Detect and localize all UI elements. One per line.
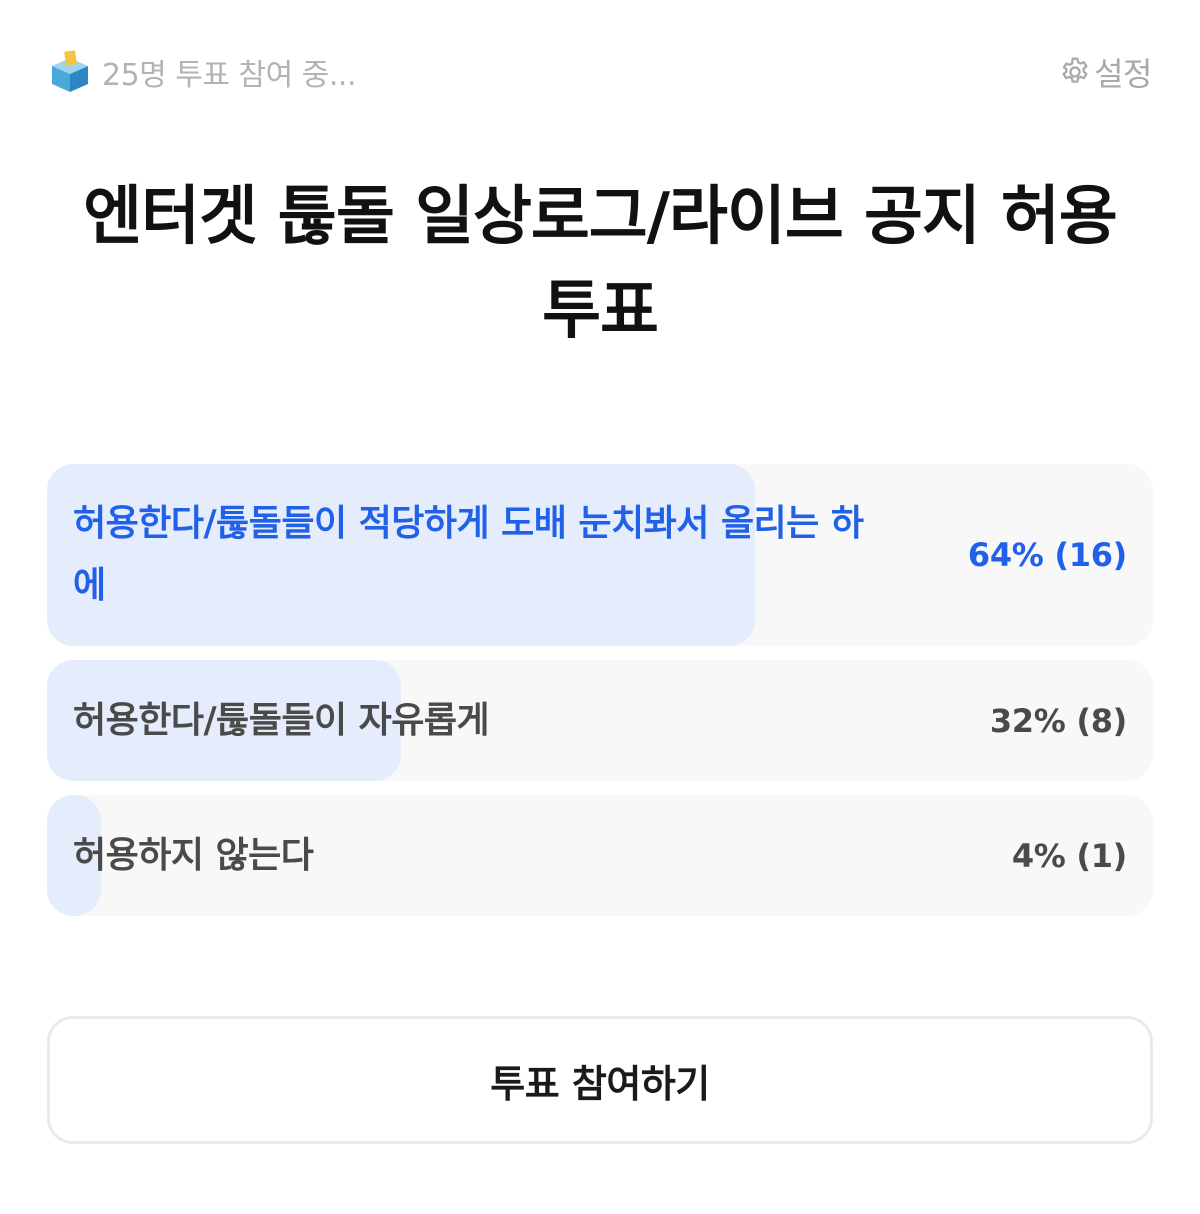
gear-icon [1062, 57, 1088, 83]
option-result: 32% (8) [989, 701, 1127, 740]
poll-option-3[interactable]: 허용하지 않는다 4% (1) [47, 795, 1153, 916]
participant-count: 25명 투표 참여 중... [48, 46, 357, 98]
option-result: 4% (1) [1011, 836, 1127, 875]
option-result: 64% (16) [967, 536, 1127, 574]
settings-button[interactable]: 설정 [1058, 46, 1152, 98]
poll-option-2[interactable]: 허용한다/툲돌들이 자유롭게 32% (8) [47, 660, 1153, 781]
settings-label: 설정 [1094, 55, 1152, 93]
vote-button-label: 투표 참여하기 [490, 1061, 710, 1106]
option-label: 허용하지 않는다 [73, 834, 314, 876]
poll-options: 허용한다/툲돌들이 적당하게 도배 눈치봐서 올리는 하에 64% (16) 허… [47, 464, 1153, 930]
poll-option-1[interactable]: 허용한다/툲돌들이 적당하게 도배 눈치봐서 올리는 하에 64% (16) [47, 464, 1153, 646]
ballot-box-icon [52, 50, 88, 92]
poll-title: 엔터겟 툲돌 일상로그/라이브 공지 허용 투표 [83, 180, 1118, 348]
participant-count-text: 25명 투표 참여 중... [102, 58, 357, 93]
option-label: 허용한다/툲돌들이 적당하게 도배 눈치봐서 올리는 하에 [73, 503, 864, 606]
vote-button[interactable]: 투표 참여하기 [47, 1016, 1153, 1144]
option-label: 허용한다/툲돌들이 자유롭게 [73, 699, 490, 741]
poll-header: 25명 투표 참여 중... 설정 [48, 46, 1152, 98]
